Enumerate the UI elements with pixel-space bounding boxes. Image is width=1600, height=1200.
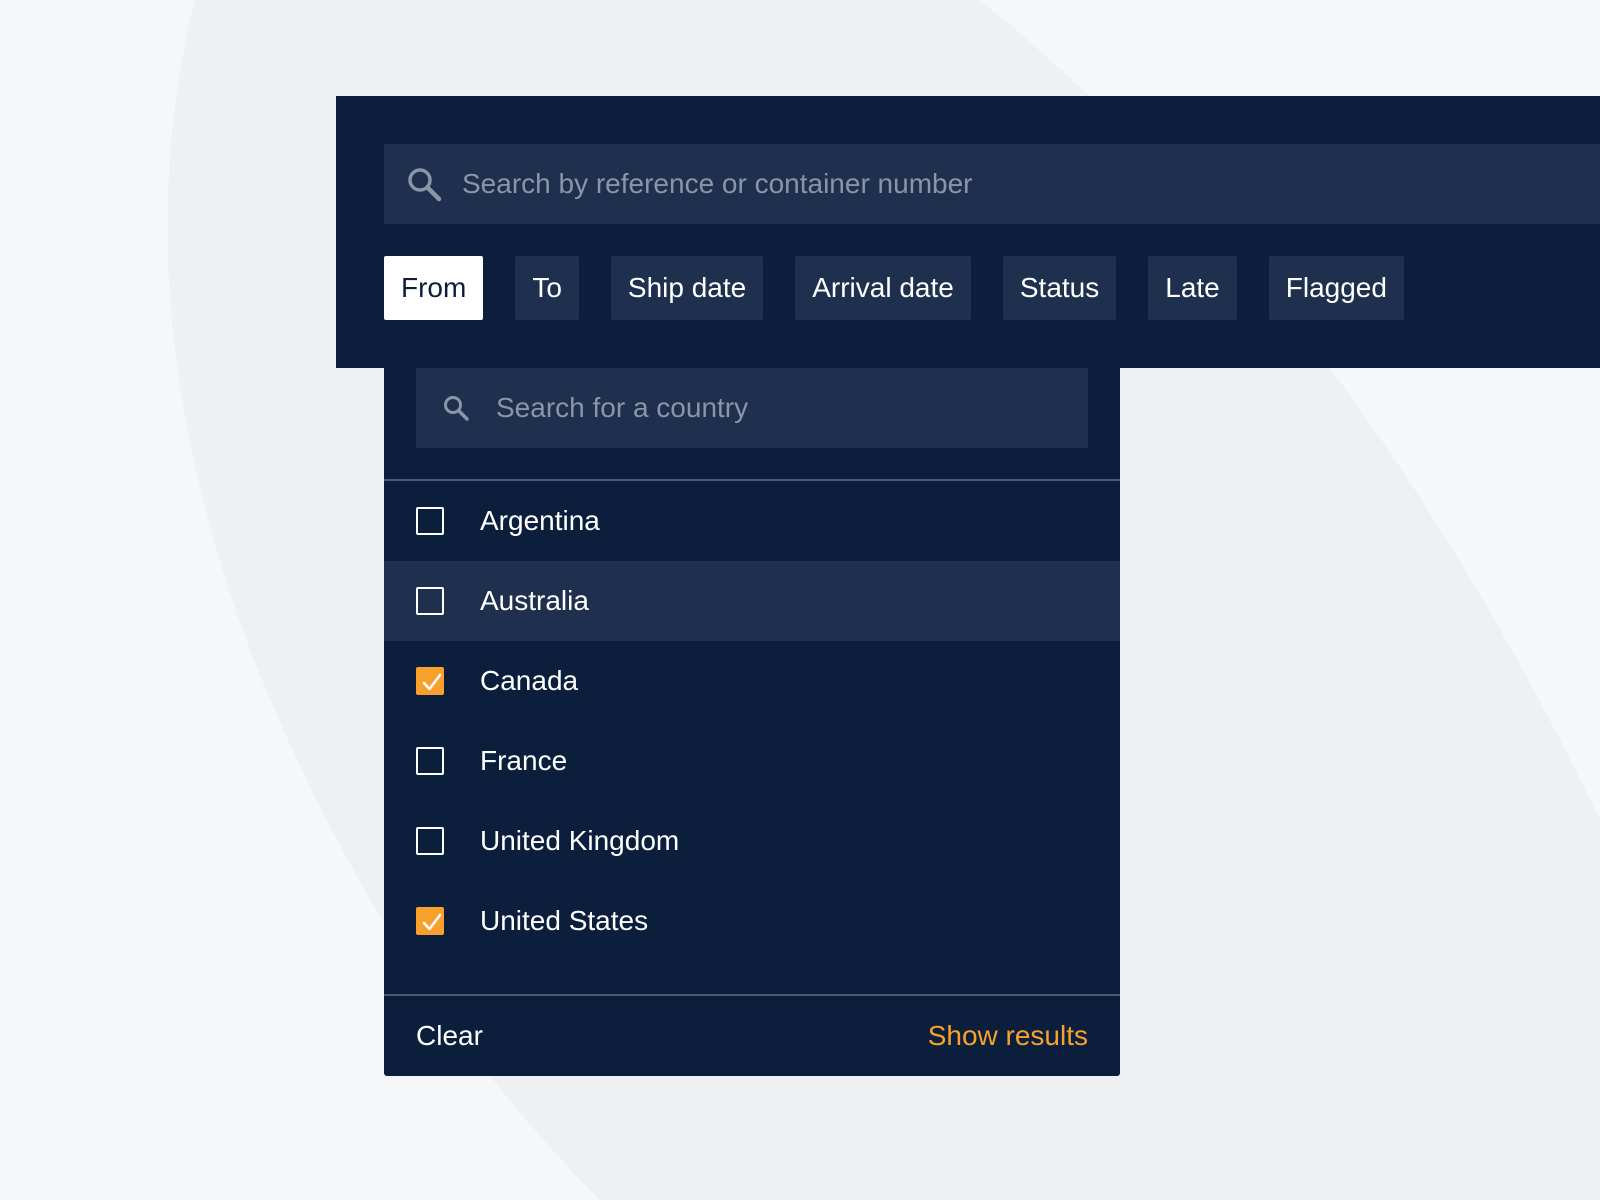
country-label: United Kingdom	[480, 825, 679, 857]
country-search-bar[interactable]	[416, 368, 1088, 448]
country-label: Australia	[480, 585, 589, 617]
search-icon	[406, 166, 442, 202]
main-search-bar[interactable]	[384, 144, 1600, 224]
country-item-australia[interactable]: Australia	[384, 561, 1120, 641]
shipment-search-panel: From To Ship date Arrival date Status La…	[336, 96, 1600, 368]
checkbox[interactable]	[416, 587, 444, 615]
country-item-canada[interactable]: Canada	[384, 641, 1120, 721]
tab-status[interactable]: Status	[1003, 256, 1116, 320]
tab-to[interactable]: To	[515, 256, 579, 320]
checkbox[interactable]	[416, 747, 444, 775]
tab-late[interactable]: Late	[1148, 256, 1237, 320]
country-item-argentina[interactable]: Argentina	[384, 481, 1120, 561]
country-search-input[interactable]	[496, 368, 1066, 448]
country-filter-dropdown: Argentina Australia Canada France United…	[384, 368, 1120, 1076]
tab-from[interactable]: From	[384, 256, 483, 320]
checkmark-icon	[420, 911, 444, 935]
main-search-input[interactable]	[462, 144, 1562, 224]
clear-button[interactable]: Clear	[416, 996, 483, 1076]
country-label: France	[480, 745, 567, 777]
country-item-united-states[interactable]: United States	[384, 881, 1120, 961]
country-list: Argentina Australia Canada France United…	[384, 481, 1120, 961]
show-results-button[interactable]: Show results	[928, 996, 1088, 1076]
tab-arrival-date[interactable]: Arrival date	[795, 256, 971, 320]
filter-tabs: From To Ship date Arrival date Status La…	[384, 256, 1404, 320]
country-label: Canada	[480, 665, 578, 697]
checkbox[interactable]	[416, 507, 444, 535]
tab-ship-date[interactable]: Ship date	[611, 256, 763, 320]
checkmark-icon	[420, 671, 444, 695]
country-item-united-kingdom[interactable]: United Kingdom	[384, 801, 1120, 881]
country-item-france[interactable]: France	[384, 721, 1120, 801]
checkbox-checked[interactable]	[416, 667, 444, 695]
checkbox[interactable]	[416, 827, 444, 855]
tab-flagged[interactable]: Flagged	[1269, 256, 1404, 320]
dropdown-footer: Clear Show results	[384, 996, 1120, 1076]
checkbox-checked[interactable]	[416, 907, 444, 935]
country-label: United States	[480, 905, 648, 937]
search-icon	[442, 394, 470, 422]
country-label: Argentina	[480, 505, 600, 537]
